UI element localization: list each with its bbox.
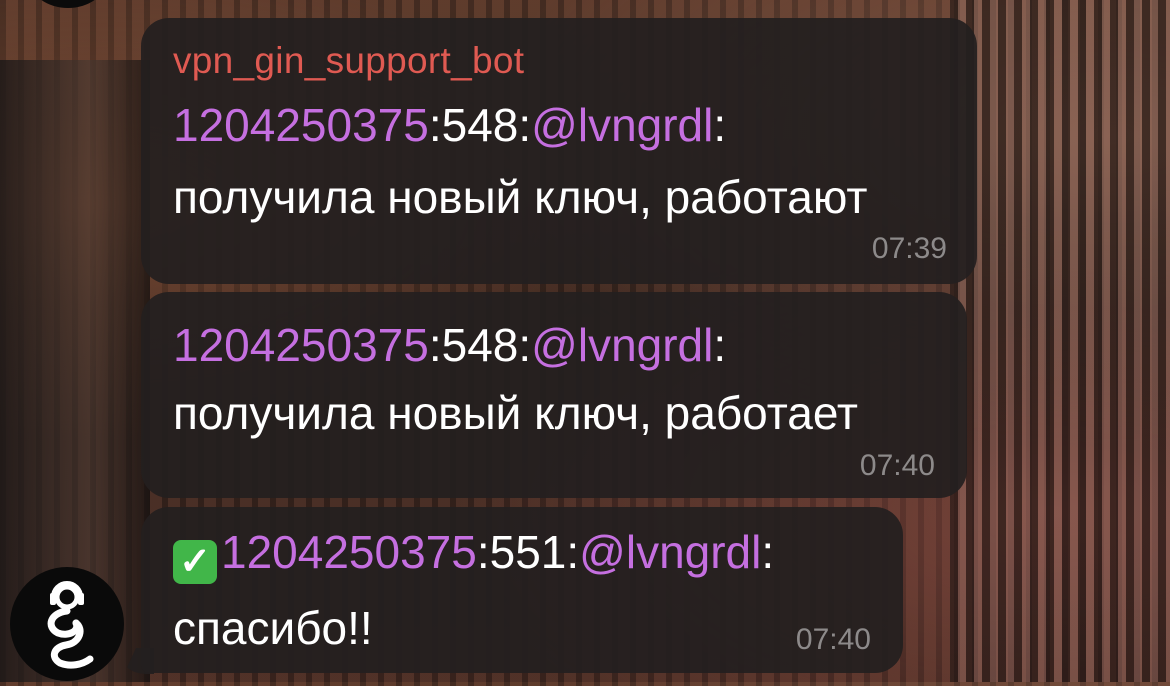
message-time: 07:40 — [859, 449, 935, 482]
message-header-line: ✓ 1204250375:551:@lvngrdl: — [173, 529, 774, 584]
message-number: 548 — [441, 319, 519, 371]
message-number: 548 — [441, 99, 519, 151]
previous-avatar[interactable] — [30, 0, 106, 8]
message-number: 551 — [489, 526, 567, 578]
support-headset-avatar-icon[interactable] — [10, 567, 124, 681]
username-mention[interactable]: @lvngrdl — [579, 526, 761, 578]
message-bubble[interactable]: vpn_gin_support_bot 1204250375:548:@lvng… — [141, 18, 977, 284]
username-mention[interactable]: @lvngrdl — [531, 99, 713, 151]
message-bubble[interactable]: 1204250375:548:@lvngrdl: получила новый … — [141, 292, 967, 498]
separator: : — [713, 99, 727, 151]
check-mark-button-icon: ✓ — [173, 540, 217, 584]
message-header-line: 1204250375:548:@lvngrdl: — [173, 322, 726, 368]
username-mention[interactable]: @lvngrdl — [531, 319, 713, 371]
user-id-link[interactable]: 1204250375 — [221, 526, 477, 578]
sender-name[interactable]: vpn_gin_support_bot — [173, 40, 524, 82]
separator: : — [476, 526, 490, 578]
user-id-link[interactable]: 1204250375 — [173, 99, 429, 151]
user-id-link[interactable]: 1204250375 — [173, 319, 429, 371]
background-wallpaper-detail — [950, 0, 1170, 682]
message-time: 07:40 — [795, 623, 871, 656]
support-headset-glyph-icon — [47, 581, 94, 669]
separator: : — [428, 319, 442, 371]
message-time: 07:39 — [871, 232, 947, 265]
message-text: получила новый ключ, работают — [173, 171, 868, 223]
message-bubble[interactable]: ✓ 1204250375:551:@lvngrdl: спасибо!! 07:4… — [141, 507, 903, 673]
separator: : — [713, 319, 727, 371]
separator: : — [518, 99, 532, 151]
separator: : — [428, 99, 442, 151]
message-text: получила новый ключ, работает — [173, 387, 858, 439]
separator: : — [518, 319, 532, 371]
message-text: спасибо!! — [173, 602, 373, 654]
message-header-line: 1204250375:548:@lvngrdl: — [173, 102, 726, 148]
separator: : — [761, 526, 775, 578]
separator: : — [566, 526, 580, 578]
